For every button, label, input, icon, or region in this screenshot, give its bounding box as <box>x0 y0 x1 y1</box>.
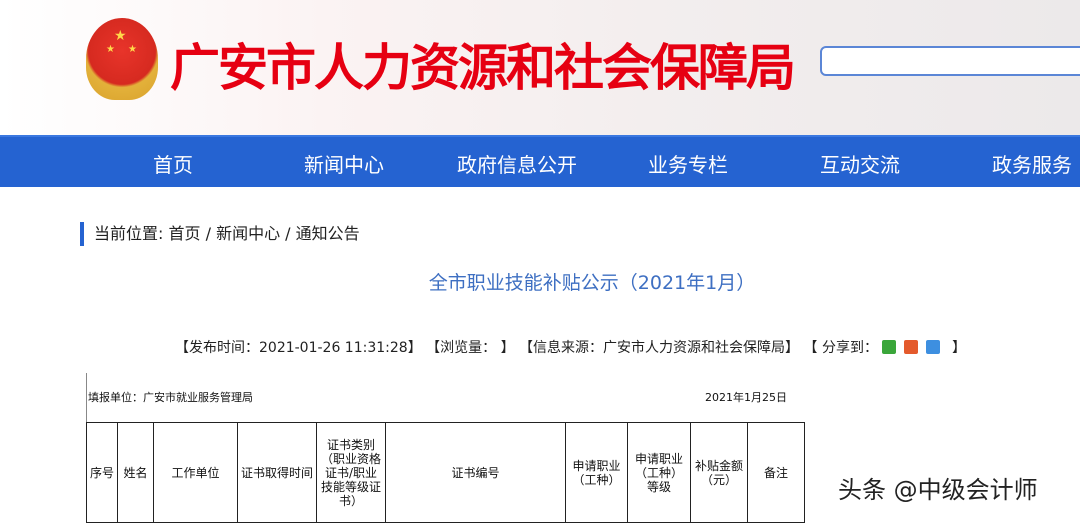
main-nav: 首页 新闻中心 政府信息公开 业务专栏 互动交流 政务服务 <box>0 135 1080 187</box>
wechat-share-icon[interactable] <box>881 340 896 354</box>
info-source: 【信息来源：广安市人力资源和社会保障局】 <box>519 340 800 356</box>
nav-news[interactable]: 新闻中心 <box>304 149 384 178</box>
national-emblem-logo: ★ ★ ★ <box>86 18 158 100</box>
nav-home[interactable]: 首页 <box>153 149 193 178</box>
col-header: 工作单位 <box>153 422 238 523</box>
view-count: 【浏览量： 】 <box>426 340 515 356</box>
site-title: 广安市人力资源和社会保障局 <box>170 39 796 97</box>
col-header: 备注 <box>747 422 805 523</box>
subsidy-table: 序号 姓名 工作单位 证书取得时间 证书类别（职业资格证书/职业技能等级证书） … <box>86 422 805 523</box>
breadcrumb-path[interactable]: 首页 / 新闻中心 / 通知公告 <box>169 224 360 243</box>
qzone-share-icon[interactable] <box>925 340 940 354</box>
search-input[interactable] <box>820 46 1080 76</box>
col-header: 申请职业（工种）等级 <box>627 422 691 523</box>
fill-unit: 填报单位：广安市就业服务管理局 <box>88 391 253 404</box>
nav-interaction[interactable]: 互动交流 <box>820 149 900 178</box>
table-header-row: 序号 姓名 工作单位 证书取得时间 证书类别（职业资格证书/职业技能等级证书） … <box>86 422 805 523</box>
article-meta: 【发布时间：2021-01-26 11:31:28】 【浏览量： 】 【信息来源… <box>175 337 966 357</box>
nav-services[interactable]: 政务服务 <box>992 149 1072 178</box>
nav-business[interactable]: 业务专栏 <box>648 149 728 178</box>
sheet-date: 2021年1月25日 <box>705 391 787 404</box>
col-header: 证书取得时间 <box>237 422 317 523</box>
breadcrumb-label: 当前位置: <box>94 224 164 243</box>
article-title: 全市职业技能补贴公示（2021年1月） <box>428 272 756 294</box>
col-header: 姓名 <box>117 422 154 523</box>
col-header: 申请职业（工种） <box>565 422 628 523</box>
watermark: 头条 @中级会计师 <box>838 476 1038 504</box>
weibo-share-icon[interactable] <box>903 340 918 354</box>
publish-time: 【发布时间：2021-01-26 11:31:28】 <box>175 340 422 356</box>
col-header: 证书类别（职业资格证书/职业技能等级证书） <box>316 422 386 523</box>
site-header: ★ ★ ★ 广安市人力资源和社会保障局 <box>0 0 1080 135</box>
breadcrumb: 当前位置: 首页 / 新闻中心 / 通知公告 <box>80 222 360 246</box>
col-header: 序号 <box>86 422 118 523</box>
share-label: 【 分享到： <box>803 340 878 356</box>
col-header: 补贴金额（元） <box>690 422 748 523</box>
nav-gov-info[interactable]: 政府信息公开 <box>457 149 577 178</box>
col-header: 证书编号 <box>385 422 566 523</box>
share-end: 】 <box>951 340 966 356</box>
